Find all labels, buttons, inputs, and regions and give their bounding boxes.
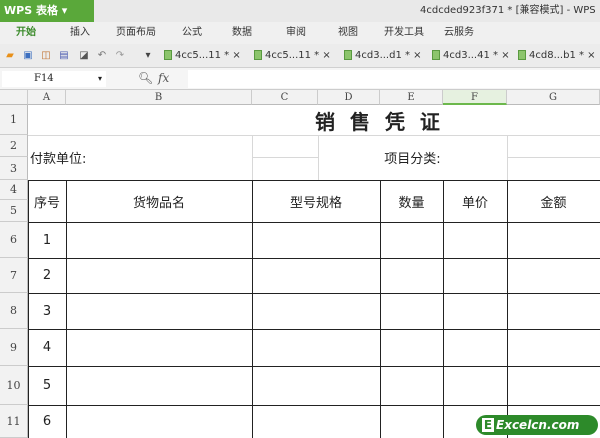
document-title: 4cdcded923f371 * [兼容模式] - WPS — [420, 5, 596, 16]
header-unit-price[interactable]: 单价 — [443, 180, 507, 222]
export-pdf-icon[interactable]: ◫ — [40, 50, 52, 62]
header-amount[interactable]: 金额 — [507, 180, 600, 222]
row-header[interactable]: 9 — [0, 329, 28, 366]
file-tab[interactable]: 4cc5...11 * × — [254, 48, 331, 64]
app-name: WPS 表格 — [4, 4, 58, 17]
column-header-g[interactable]: G — [507, 90, 600, 105]
row-header[interactable]: 2 — [0, 135, 28, 157]
menu-bar: 开始 插入 页面布局 公式 数据 审阅 视图 开发工具 云服务 — [0, 22, 600, 44]
zoom-search-icon[interactable]: 🔍︎ — [138, 71, 153, 85]
menu-insert[interactable]: 插入 — [70, 22, 90, 44]
row-header[interactable]: 7 — [0, 258, 28, 293]
more-dropdown-icon[interactable]: ▾ — [142, 50, 154, 62]
spreadsheet-icon — [254, 50, 262, 60]
row-header[interactable]: 1 — [0, 105, 28, 135]
category-label[interactable]: 项目分类: — [318, 135, 507, 180]
print-preview-icon[interactable]: ◪ — [78, 50, 90, 62]
function-icon[interactable]: fx — [158, 71, 169, 85]
open-icon[interactable]: ▰ — [4, 50, 16, 62]
formula-input[interactable] — [188, 70, 600, 88]
row-header[interactable]: 10 — [0, 366, 28, 405]
menu-home[interactable]: 开始 — [16, 22, 36, 44]
menu-view[interactable]: 视图 — [338, 22, 358, 44]
header-quantity[interactable]: 数量 — [380, 180, 443, 222]
menu-review[interactable]: 审阅 — [286, 22, 306, 44]
serial-cell[interactable]: 4 — [28, 329, 66, 366]
row-header[interactable]: 8 — [0, 293, 28, 329]
print-icon[interactable]: ▤ — [58, 50, 70, 62]
row-header[interactable]: 5 — [0, 200, 28, 222]
file-tab[interactable]: 4cd3...41 * × — [432, 48, 510, 64]
undo-icon[interactable]: ↶ — [96, 50, 108, 62]
header-product[interactable]: 货物品名 — [66, 180, 252, 222]
menu-formulas[interactable]: 公式 — [182, 22, 202, 44]
row-header[interactable]: 11 — [0, 405, 28, 438]
serial-cell[interactable]: 3 — [28, 293, 66, 329]
name-box[interactable]: F14 ▾ — [2, 71, 106, 87]
row-header[interactable]: 3 — [0, 157, 28, 180]
serial-cell[interactable]: 6 — [28, 405, 66, 438]
chevron-down-icon[interactable]: ▾ — [98, 71, 102, 87]
header-model[interactable]: 型号规格 — [252, 180, 380, 222]
column-header-d[interactable]: D — [318, 90, 380, 105]
save-icon[interactable]: ▣ — [22, 50, 34, 62]
spreadsheet-icon — [164, 50, 172, 60]
wps-menu-button[interactable]: WPS 表格 ▾ — [0, 0, 94, 22]
watermark-logo: E Excelcn.com — [476, 415, 598, 435]
spreadsheet-icon — [432, 50, 440, 60]
formula-bar: F14 ▾ 🔍︎ fx — [0, 68, 600, 90]
menu-data[interactable]: 数据 — [232, 22, 252, 44]
serial-cell[interactable]: 2 — [28, 258, 66, 293]
select-all-corner[interactable] — [0, 90, 28, 105]
file-tab[interactable]: 4cd3...d1 * × — [344, 48, 422, 64]
column-header-b[interactable]: B — [66, 90, 252, 105]
menu-developer[interactable]: 开发工具 — [384, 22, 424, 44]
menu-page-layout[interactable]: 页面布局 — [116, 22, 156, 44]
file-tab[interactable]: 4cc5...11 * × — [164, 48, 241, 64]
row-header[interactable]: 4 — [0, 180, 28, 200]
spreadsheet-icon — [344, 50, 352, 60]
column-header-c[interactable]: C — [252, 90, 318, 105]
payer-label[interactable]: 付款单位: — [28, 135, 252, 180]
sheet-title[interactable]: 销 售 凭 证 — [252, 105, 507, 135]
menu-cloud[interactable]: 云服务 — [444, 22, 474, 44]
title-bar: WPS 表格 ▾ 4cdcded923f371 * [兼容模式] - WPS — [0, 0, 600, 22]
column-header-f[interactable]: F — [443, 90, 507, 105]
row-header[interactable]: 6 — [0, 222, 28, 258]
toolbar: ▰ ▣ ◫ ▤ ◪ ↶ ↷ ▾ 4cc5...11 * × 4cc5...11 … — [0, 44, 600, 68]
serial-cell[interactable]: 5 — [28, 366, 66, 405]
serial-cell[interactable]: 1 — [28, 222, 66, 258]
column-header-a[interactable]: A — [28, 90, 66, 105]
header-serial[interactable]: 序号 — [28, 180, 66, 222]
column-header-e[interactable]: E — [380, 90, 443, 105]
file-tab[interactable]: 4cd8...b1 * × — [518, 48, 596, 64]
spreadsheet-icon — [518, 50, 526, 60]
redo-icon[interactable]: ↷ — [114, 50, 126, 62]
